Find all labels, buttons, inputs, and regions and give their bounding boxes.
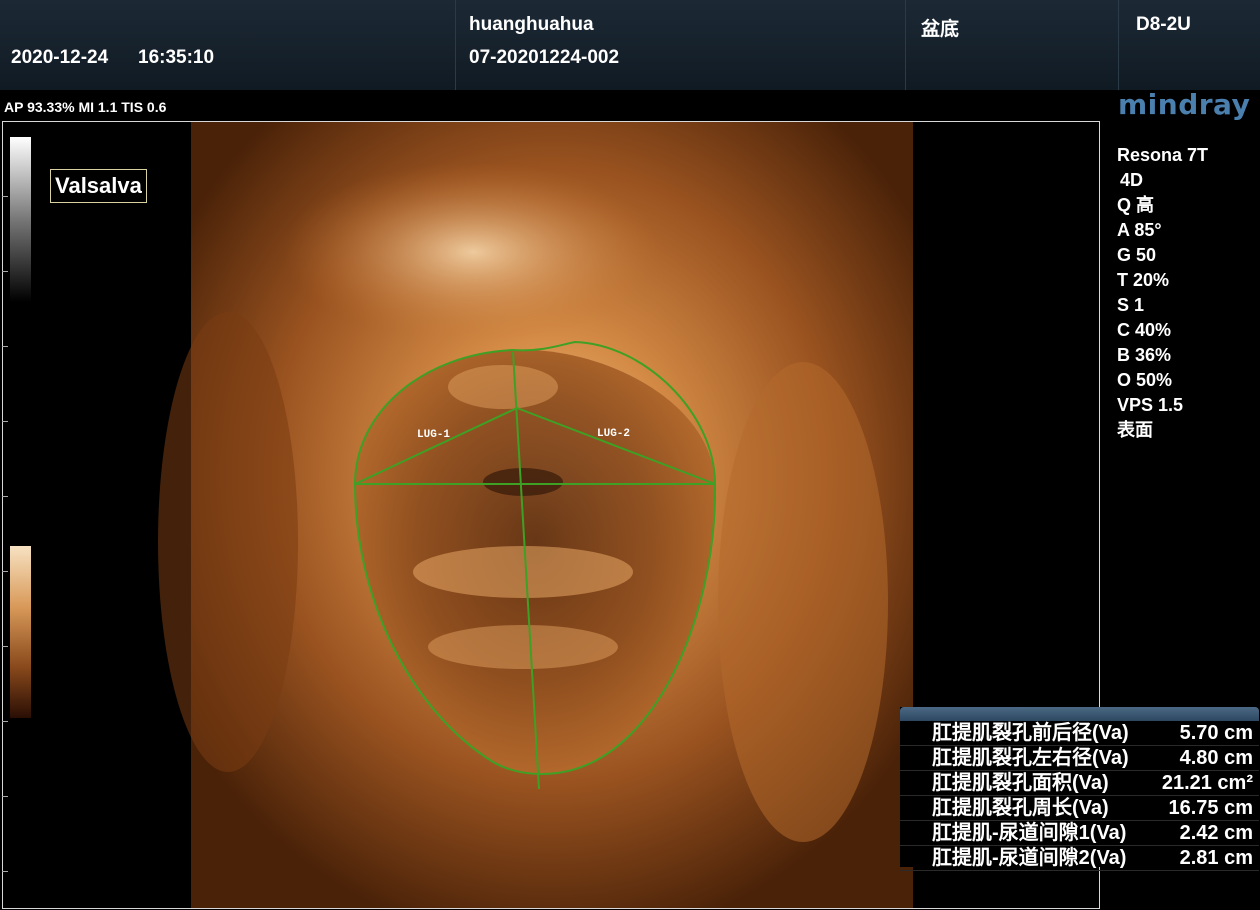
depth-tick [2,796,8,797]
depth-tick [2,571,8,572]
measurement-name: 肛提肌-尿道间隙1(Va) [932,822,1127,844]
measurement-name: 肛提肌裂孔左右径(Va) [932,747,1129,769]
lug-2-label: LUG-2 [597,428,630,440]
param-smooth: S 1 [1117,295,1145,315]
patient-id: 07-20201224-002 [469,47,620,68]
depth-tick [2,346,8,347]
header-divider [1118,0,1119,90]
header-divider [455,0,456,90]
exam-type: 盆底 [921,19,960,40]
system-model: Resona 7T [1117,145,1209,165]
param-threshold: T 20% [1117,270,1170,290]
measurement-row: 肛提肌-尿道间隙1(Va) 2.42 cm [900,821,1259,846]
measurement-row: 肛提肌裂孔周长(Va) 16.75 cm [900,796,1259,821]
param-vps: VPS 1.5 [1117,395,1184,415]
grayscale-bar [10,137,31,302]
measurement-value: 16.75 cm [1168,797,1253,819]
param-mode: 4D [1120,170,1144,190]
measurement-name: 肛提肌裂孔周长(Va) [932,797,1109,819]
depth-tick [2,646,8,647]
header-divider [905,0,906,90]
measurement-value: 5.70 cm [1179,722,1253,744]
measurement-name: 肛提肌裂孔前后径(Va) [932,722,1129,744]
depth-tick [2,871,8,872]
exam-date: 2020-12-24 [11,47,109,68]
exam-time: 16:35:10 [138,47,215,68]
param-render-mode: 表面 [1117,420,1153,440]
depth-tick [2,196,8,197]
depth-tick [2,496,8,497]
lug-1-label: LUG-1 [417,429,450,441]
measurement-row: 肛提肌-尿道间隙2(Va) 2.81 cm [900,846,1259,871]
depth-tick [2,721,8,722]
valsalva-label: Valsalva [50,169,147,203]
imaging-parameters: Resona 7T 4D Q 高 A 85° G 50 T 20% S 1 C … [1117,143,1257,443]
measurement-value: 2.42 cm [1179,822,1253,844]
depth-tick [2,421,8,422]
measurement-results-panel[interactable]: 肛提肌裂孔前后径(Va) 5.70 cm 肛提肌裂孔左右径(Va) 4.80 c… [900,707,1259,871]
probe-name: D8-2U [1136,14,1191,35]
param-angle: A 85° [1117,220,1162,240]
measurement-value: 21.21 cm² [1161,772,1253,794]
measurement-name: 肛提肌-尿道间隙2(Va) [932,847,1127,869]
color-map-bar [10,546,31,718]
measurement-row: 肛提肌裂孔面积(Va) 21.21 cm² [900,771,1259,796]
measurement-panel-titlebar[interactable] [900,707,1259,721]
param-opacity: O 50% [1117,370,1173,390]
param-gain: G 50 [1117,245,1157,265]
measurement-row: 肛提肌裂孔左右径(Va) 4.80 cm [900,746,1259,771]
brand-logo: mindray [1118,88,1251,121]
param-contrast: C 40% [1117,320,1172,340]
measurement-name: 肛提肌裂孔面积(Va) [932,772,1109,794]
measurement-value: 4.80 cm [1179,747,1253,769]
measurement-row: 肛提肌裂孔前后径(Va) 5.70 cm [900,721,1259,746]
param-quality: Q 高 [1117,195,1155,215]
measurement-value: 2.81 cm [1179,847,1253,869]
acoustic-power-info: AP 93.33% MI 1.1 TIS 0.6 [4,99,167,115]
depth-tick [2,271,8,272]
param-brightness: B 36% [1117,345,1172,365]
header-bar: 2020-12-24 16:35:10 huanghuahua 07-20201… [0,0,1260,90]
patient-name: huanghuahua [469,14,594,35]
